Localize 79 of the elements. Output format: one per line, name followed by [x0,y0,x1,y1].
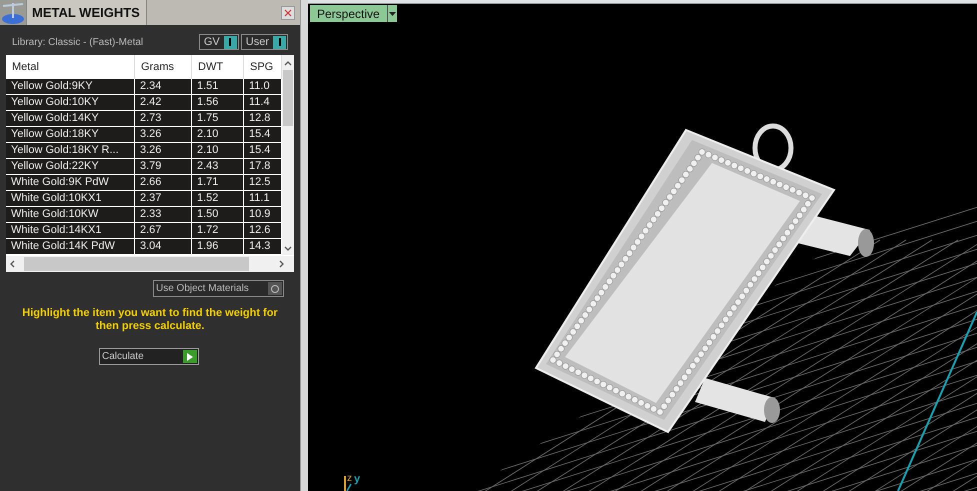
splitter-bar[interactable] [300,0,308,491]
table-cell-text: Yellow Gold:22KY [11,159,99,174]
table-cell-text: 2.33 [140,207,162,222]
table-cell-text: 1.51 [197,79,218,94]
table-cell-text: 3.79 [140,159,162,174]
table-cell-text: 15.4 [249,143,270,158]
use-object-materials-toggle[interactable]: Use Object Materials [153,280,284,297]
table-cell-text: 1.71 [197,175,218,190]
table-cell-text: 10.9 [249,207,270,222]
vertical-scrollbar[interactable] [282,55,294,255]
axis-label: z [347,474,352,485]
table-cell-text: White Gold:10KW [11,207,98,222]
calculate-button[interactable]: Calculate [99,348,199,365]
toggle-switch[interactable]: GV [198,34,239,50]
table-row[interactable]: White Gold:10KW 2.33 1.50 10.9 [6,207,282,223]
table-cell-text: 2.43 [197,159,218,174]
table-cell-text: 2.73 [140,111,162,126]
table-row[interactable]: Yellow Gold:18KY 3.26 2.10 15.4 [6,127,282,143]
table-row[interactable]: White Gold:14K PdW 3.04 1.96 14.3 [6,239,282,255]
table-cell-text: Yellow Gold:18KY [11,127,99,142]
table-cell-text: 3.26 [140,127,162,142]
table-cell-text: 1.96 [197,239,218,254]
table-cell-text: 12.6 [249,223,270,238]
axis-gizmo-icon [344,476,352,491]
scroll-up-icon[interactable] [284,61,292,66]
scroll-down-icon[interactable] [284,246,292,251]
scroll-right-icon[interactable] [279,260,284,268]
table-row[interactable]: White Gold:10KX1 2.37 1.52 11.1 [6,191,282,207]
table-cell-text: Yellow Gold:10KY [11,95,99,110]
panel-title: METAL WEIGHTS [32,4,140,22]
table-row[interactable]: Yellow Gold:18KY R... 3.26 2.10 15.4 [6,143,282,159]
table-cell-text: 11.4 [249,95,270,110]
table-cell-text: 14.3 [249,239,270,254]
library-label: Library: Classic - (Fast)-Metal [12,36,144,50]
scrollbar-thumb[interactable] [24,257,249,271]
table-cell-text: 2.67 [140,223,162,238]
table-cell-text: Yellow Gold:9KY [11,79,93,94]
table-row[interactable]: Yellow Gold:22KY 3.79 2.43 17.8 [6,159,282,175]
close-button[interactable] [281,6,295,20]
table-cell-text: 2.37 [140,191,162,206]
table-cell-text: 1.56 [197,95,218,110]
table-cell-text: White Gold:14KX1 [11,223,102,238]
table-cell-text: 1.50 [197,207,218,222]
table-cell-text: 17.8 [249,159,270,174]
table-cell-text: 2.10 [197,127,218,142]
table-cell-text: 2.42 [140,95,162,110]
table-cell-text: White Gold:9K PdW [11,175,109,190]
scrollbar-thumb[interactable] [283,70,293,126]
table-row[interactable]: White Gold:14KX1 2.67 1.72 12.6 [6,223,282,239]
toggle-switch[interactable]: User [240,34,288,50]
close-icon [284,8,292,16]
table-cell-text: 3.26 [140,143,162,158]
table-cell-text: Yellow Gold:18KY R... [11,143,119,158]
horizontal-scrollbar[interactable] [6,256,294,272]
table-cell-text: White Gold:14K PdW [11,239,115,254]
axis-label: y [354,474,360,485]
table-cell-text: 12.5 [249,175,270,190]
table-cell-text: 12.8 [249,111,270,126]
view-selector[interactable]: Perspective [310,5,388,22]
table-cell-text: 3.04 [140,239,162,254]
table-cell-text: Yellow Gold:14KY [11,111,99,126]
play-icon [183,350,197,363]
scale-icon [0,0,26,25]
table-row[interactable]: White Gold:9K PdW 2.66 1.71 12.5 [6,175,282,191]
table-row[interactable]: Yellow Gold:14KY 2.73 1.75 12.8 [6,111,282,127]
instruction-text: Highlight the item you want to find the weight for then press calculate. [21,307,279,333]
table-cell-text: 2.34 [140,79,162,94]
scroll-left-icon[interactable] [10,260,15,268]
table-row[interactable]: Yellow Gold:9KY 2.34 1.51 11.0 [6,79,282,95]
table-cell-text: 2.66 [140,175,162,190]
table-cell-text: 1.75 [197,111,218,126]
table-cell-text: 1.72 [197,223,218,238]
table-cell-text: 11.1 [249,191,270,206]
table-cell-text: 1.52 [197,191,218,206]
table-cell-text: 11.0 [249,79,270,94]
table-cell-text: 15.4 [249,127,270,142]
table-cell-text: White Gold:10KX1 [11,191,102,206]
table-cell-text: 2.10 [197,143,218,158]
table-row[interactable]: Yellow Gold:10KY 2.42 1.56 11.4 [6,95,282,111]
